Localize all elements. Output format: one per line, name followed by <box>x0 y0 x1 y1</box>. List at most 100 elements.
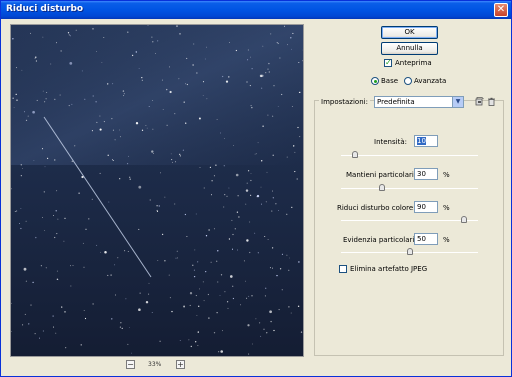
star <box>70 285 72 287</box>
star <box>156 205 158 207</box>
star <box>164 260 166 262</box>
star <box>119 326 121 328</box>
star <box>224 194 226 196</box>
star <box>30 32 32 34</box>
settings-label: Impostazioni: <box>319 98 370 106</box>
star <box>279 57 281 59</box>
star <box>288 269 290 271</box>
save-settings-icon[interactable] <box>475 97 484 106</box>
intensity-slider-thumb[interactable] <box>351 151 358 158</box>
star <box>128 155 130 157</box>
star <box>276 42 278 44</box>
star <box>273 85 275 87</box>
star <box>123 95 125 97</box>
star <box>111 159 113 161</box>
star <box>156 210 159 212</box>
settings-value: Predefinita <box>377 98 415 106</box>
intensity-slider-track[interactable] <box>341 155 478 156</box>
star <box>266 171 268 173</box>
star <box>64 217 66 219</box>
star <box>111 118 113 120</box>
star <box>135 122 139 125</box>
preview-checkbox[interactable]: ✓ <box>384 58 392 67</box>
star <box>84 98 86 100</box>
star <box>52 326 55 328</box>
cancel-button[interactable]: Annulla <box>381 42 438 55</box>
star <box>220 350 223 353</box>
star <box>33 160 35 161</box>
star <box>25 220 27 222</box>
preview-image[interactable] <box>10 24 304 357</box>
preserve-details-slider-thumb[interactable] <box>379 184 386 191</box>
star <box>152 41 154 43</box>
star <box>85 228 87 230</box>
star <box>71 103 73 105</box>
reduce-color-noise-slider-track[interactable] <box>341 220 478 221</box>
radio-base[interactable] <box>371 77 379 85</box>
reduce-color-noise-slider-thumb[interactable] <box>461 216 468 223</box>
star <box>56 233 58 235</box>
star <box>91 198 93 200</box>
star <box>44 166 46 168</box>
star <box>259 322 261 324</box>
radio-advanced[interactable] <box>404 77 412 85</box>
delete-settings-icon[interactable] <box>487 97 496 106</box>
star <box>250 56 251 58</box>
star <box>262 45 264 47</box>
star <box>257 252 259 254</box>
star <box>246 297 248 299</box>
star <box>292 32 294 34</box>
star <box>166 124 168 126</box>
title-bar[interactable]: Riduci disturbo ✕ <box>1 1 511 19</box>
intensity-field[interactable]: 10 <box>414 135 438 147</box>
star <box>45 98 47 100</box>
close-icon: ✕ <box>496 4 506 15</box>
zoom-out-button[interactable]: − <box>126 360 135 369</box>
star <box>68 34 70 36</box>
preserve-details-slider-track[interactable] <box>341 188 478 189</box>
star <box>245 280 246 282</box>
star <box>141 79 143 81</box>
preserve-details-field[interactable]: 30 <box>414 168 438 180</box>
star <box>233 145 234 147</box>
star <box>125 298 127 300</box>
star <box>250 179 252 182</box>
sharpen-details-slider-thumb[interactable] <box>406 248 413 255</box>
star <box>299 91 301 94</box>
star <box>190 345 192 348</box>
remove-jpeg-artifact-checkbox[interactable] <box>339 265 347 273</box>
sharpen-details-field[interactable]: 50 <box>414 233 438 245</box>
star <box>145 300 149 304</box>
star <box>185 122 187 124</box>
zoom-in-icon: + <box>177 360 184 369</box>
star <box>208 317 210 319</box>
star <box>92 95 94 97</box>
star <box>138 228 140 230</box>
star <box>99 128 102 131</box>
star <box>107 83 109 85</box>
star <box>117 257 119 259</box>
star <box>270 33 272 35</box>
star <box>199 288 200 290</box>
reduce-color-noise-field[interactable]: 90 <box>414 201 438 213</box>
star <box>64 311 66 313</box>
star <box>234 228 236 230</box>
star <box>112 83 114 85</box>
star <box>80 344 82 346</box>
settings-dropdown[interactable]: Predefinita ▼ <box>374 96 464 108</box>
star <box>254 232 256 234</box>
star <box>276 274 278 277</box>
star <box>60 50 62 52</box>
star <box>270 320 272 323</box>
close-button[interactable]: ✕ <box>494 3 508 17</box>
star <box>151 150 154 153</box>
star <box>251 107 253 109</box>
ok-button[interactable]: OK <box>381 26 438 39</box>
star <box>100 251 101 253</box>
star <box>42 330 44 332</box>
zoom-in-button[interactable]: + <box>176 360 185 369</box>
star <box>260 186 262 188</box>
star <box>289 257 290 259</box>
star <box>218 351 220 353</box>
star <box>223 165 225 167</box>
